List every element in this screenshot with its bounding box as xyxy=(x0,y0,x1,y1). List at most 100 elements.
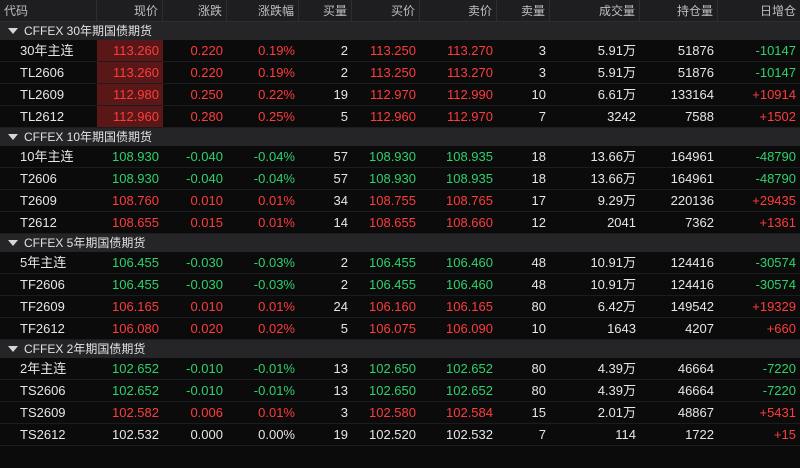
quote-row[interactable]: 10年主连 108.930 -0.040 -0.04% 57 108.930 108.935… xyxy=(0,146,800,168)
quote-row[interactable]: 2年主连 102.652 -0.010 -0.01% 13 102.650 102.652 8… xyxy=(0,358,800,380)
cell-daily-oi-change: -30574 xyxy=(755,277,796,292)
header-change[interactable]: 涨跌 xyxy=(163,0,227,22)
header-change-pct[interactable]: 涨跌幅 xyxy=(227,0,299,22)
cell-bid-price: 102.650 xyxy=(369,361,416,376)
quote-row[interactable]: TF2612 106.080 0.020 0.02% 5 106.075 106.090 10… xyxy=(0,318,800,340)
cell-bid-price: 112.970 xyxy=(369,87,416,102)
quote-row[interactable]: TL2612 112.960 0.280 0.25% 5 112.960 112.970 7 3… xyxy=(0,106,800,128)
group-header[interactable]: CFFEX 5年期国债期货 xyxy=(0,234,800,252)
cell-open-interest: 164961 xyxy=(670,171,714,186)
cell-last-price: 108.655 xyxy=(112,215,159,230)
cell-daily-oi-change: -48790 xyxy=(755,149,796,164)
quote-row[interactable]: T2609 108.760 0.010 0.01% 34 108.755 108.765 17… xyxy=(0,190,800,212)
cell-trade-volume: 9.29万 xyxy=(597,193,636,208)
cell-bid-price: 108.930 xyxy=(369,171,416,186)
cell-last-price: 102.652 xyxy=(112,361,159,376)
group-header[interactable]: CFFEX 2年期国债期货 xyxy=(0,340,800,358)
header-bid-price[interactable]: 买价 xyxy=(352,0,420,22)
quote-row[interactable]: TL2606 113.260 0.220 0.19% 2 113.250 113.270 3 5… xyxy=(0,62,800,84)
cell-change-pct: -0.01% xyxy=(253,383,295,398)
header-trade-volume[interactable]: 成交量 xyxy=(550,0,640,22)
cell-change: 0.020 xyxy=(190,321,223,336)
cell-ask-volume: 15 xyxy=(531,405,546,420)
cell-last-price: 112.960 xyxy=(97,106,163,127)
cell-change: 0.220 xyxy=(190,65,223,80)
cell-ask-price: 102.584 xyxy=(446,405,493,420)
cell-last-price: 102.582 xyxy=(112,405,159,420)
cell-daily-oi-change: -7220 xyxy=(762,383,796,398)
cell-bid-volume: 2 xyxy=(340,43,348,58)
cell-bid-price: 106.455 xyxy=(369,255,416,270)
cell-change: 0.015 xyxy=(190,215,223,230)
cell-bid-price: 112.960 xyxy=(369,109,416,124)
cell-change: -0.030 xyxy=(186,277,223,292)
header-ask-price[interactable]: 卖价 xyxy=(420,0,497,22)
cell-ask-volume: 80 xyxy=(531,383,546,398)
cell-trade-volume: 3242 xyxy=(607,109,636,124)
cell-trade-volume: 2.01万 xyxy=(597,405,636,420)
cell-daily-oi-change: -10147 xyxy=(755,43,796,58)
quote-row[interactable]: 5年主连 106.455 -0.030 -0.03% 2 106.455 106.460 48… xyxy=(0,252,800,274)
cell-ask-price: 108.935 xyxy=(446,149,493,164)
collapse-chevron-icon[interactable] xyxy=(8,28,18,34)
cell-open-interest: 7362 xyxy=(685,215,714,230)
quote-row[interactable]: TF2606 106.455 -0.030 -0.03% 2 106.455 106.460… xyxy=(0,274,800,296)
cell-ask-price: 113.270 xyxy=(446,43,493,58)
cell-ask-price: 106.460 xyxy=(446,255,493,270)
cell-change: 0.010 xyxy=(190,193,223,208)
cell-bid-volume: 57 xyxy=(333,149,348,164)
cell-code: TL2612 xyxy=(20,109,65,124)
cell-trade-volume: 10.91万 xyxy=(590,277,636,292)
quote-row[interactable]: TS2606 102.652 -0.010 -0.01% 13 102.650 102.65… xyxy=(0,380,800,402)
cell-change: 0.250 xyxy=(190,87,223,102)
cell-open-interest: 51876 xyxy=(677,65,714,80)
header-last-price[interactable]: 现价 xyxy=(97,0,163,22)
cell-last-price: 112.980 xyxy=(97,84,163,105)
cell-change-pct: 0.19% xyxy=(258,65,295,80)
cell-code: TL2606 xyxy=(20,65,65,80)
cell-code: TL2609 xyxy=(20,87,65,102)
quote-row[interactable]: T2606 108.930 -0.040 -0.04% 57 108.930 108.935… xyxy=(0,168,800,190)
cell-change: -0.030 xyxy=(186,255,223,270)
header-ask-volume[interactable]: 卖量 xyxy=(497,0,550,22)
cell-daily-oi-change: +29435 xyxy=(752,193,796,208)
cell-bid-volume: 19 xyxy=(333,87,348,102)
cell-bid-price: 106.160 xyxy=(369,299,416,314)
cell-bid-volume: 5 xyxy=(340,109,348,124)
cell-code: TS2612 xyxy=(20,427,66,442)
cell-ask-price: 112.990 xyxy=(446,87,493,102)
collapse-chevron-icon[interactable] xyxy=(8,346,18,352)
cell-daily-oi-change: -30574 xyxy=(755,255,796,270)
cell-bid-volume: 2 xyxy=(340,277,348,292)
cell-bid-price: 102.520 xyxy=(369,427,416,442)
collapse-chevron-icon[interactable] xyxy=(8,134,18,140)
quote-row[interactable]: TS2609 102.582 0.006 0.01% 3 102.580 102.584 15… xyxy=(0,402,800,424)
cell-bid-price: 113.250 xyxy=(369,65,416,80)
cell-ask-volume: 3 xyxy=(538,65,546,80)
cell-ask-volume: 10 xyxy=(531,87,546,102)
cell-ask-price: 106.460 xyxy=(446,277,493,292)
quote-row[interactable]: TF2609 106.165 0.010 0.01% 24 106.160 106.165 8… xyxy=(0,296,800,318)
cell-trade-volume: 13.66万 xyxy=(590,149,636,164)
group-header[interactable]: CFFEX 30年期国债期货 xyxy=(0,22,800,40)
cell-open-interest: 1722 xyxy=(685,427,714,442)
header-bid-volume[interactable]: 买量 xyxy=(299,0,352,22)
cell-last-price: 106.455 xyxy=(112,255,159,270)
cell-bid-price: 106.075 xyxy=(369,321,416,336)
cell-ask-volume: 80 xyxy=(531,361,546,376)
collapse-chevron-icon[interactable] xyxy=(8,240,18,246)
cell-bid-volume: 5 xyxy=(340,321,348,336)
quote-row[interactable]: 30年主连 113.260 0.220 0.19% 2 113.250 113.270 3 5.… xyxy=(0,40,800,62)
cell-trade-volume: 13.66万 xyxy=(590,171,636,186)
cell-daily-oi-change: +5431 xyxy=(759,405,796,420)
group-header[interactable]: CFFEX 10年期国债期货 xyxy=(0,128,800,146)
header-open-interest[interactable]: 持仓量 xyxy=(640,0,718,22)
cell-change-pct: -0.03% xyxy=(253,255,295,270)
header-daily-oi-change[interactable]: 日增仓 xyxy=(718,0,800,22)
header-code[interactable]: 代码 xyxy=(0,0,97,22)
cell-change-pct: 0.25% xyxy=(258,109,295,124)
quote-row[interactable]: TL2609 112.980 0.250 0.22% 19 112.970 112.990 1… xyxy=(0,84,800,106)
quote-row[interactable]: T2612 108.655 0.015 0.01% 14 108.655 108.660 12… xyxy=(0,212,800,234)
quote-row[interactable]: TS2612 102.532 0.000 0.00% 19 102.520 102.532 7… xyxy=(0,424,800,446)
cell-bid-volume: 2 xyxy=(340,65,348,80)
